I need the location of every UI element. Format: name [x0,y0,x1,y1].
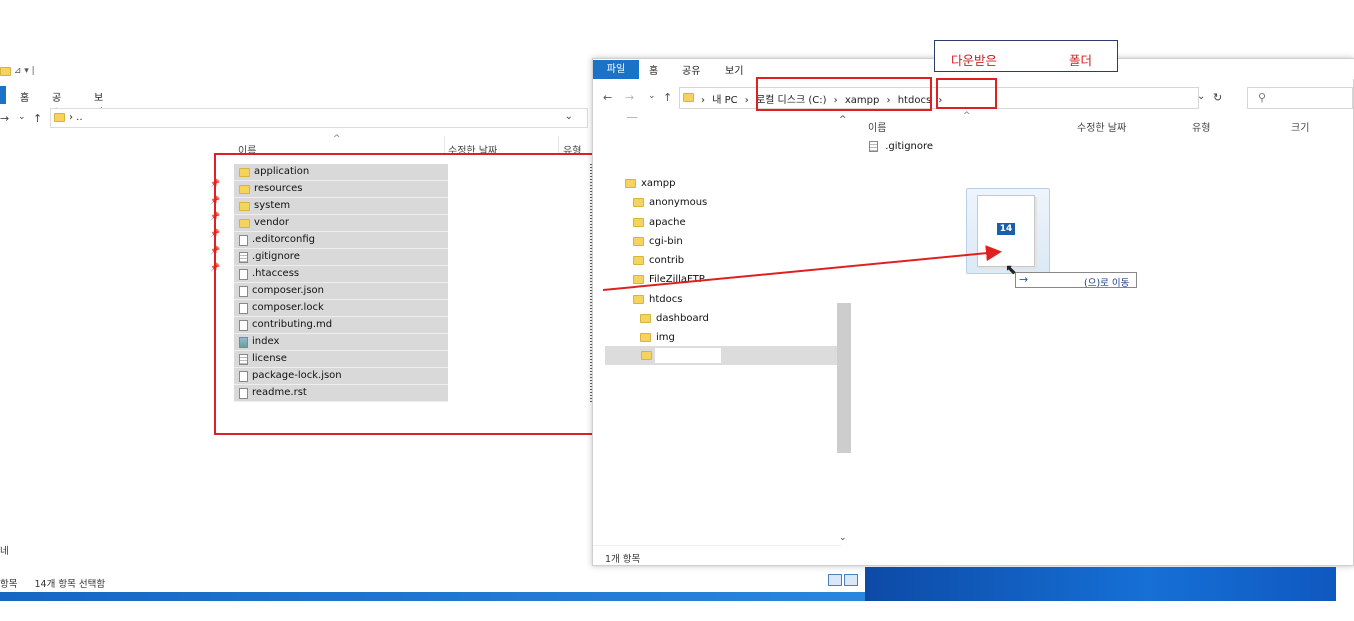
drag-direction-arrow [602,245,1002,291]
taskbar [865,567,1336,601]
details-view-icon[interactable] [828,574,842,586]
large-icons-view-icon[interactable] [844,574,858,586]
left-window-bottom-edge [0,592,865,601]
view-toggle[interactable] [828,574,864,588]
